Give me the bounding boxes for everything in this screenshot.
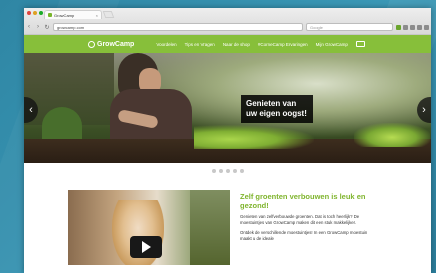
close-tab-icon[interactable]: × — [96, 13, 98, 18]
new-tab-button[interactable] — [102, 11, 115, 18]
hero-greens — [194, 125, 314, 149]
slider-dot[interactable] — [225, 169, 230, 173]
home-icon[interactable] — [417, 24, 422, 30]
reload-icon[interactable]: ↻ — [44, 24, 50, 31]
minimize-window-button[interactable] — [33, 11, 37, 15]
favicon-icon — [48, 13, 52, 17]
menu-icon[interactable] — [424, 24, 429, 30]
slider-dot[interactable] — [211, 169, 216, 173]
nav-item-voordelen[interactable]: Voordelen — [156, 42, 176, 47]
play-icon — [141, 241, 151, 253]
toolbar-icons — [396, 24, 429, 30]
logo-text: GrowCamp — [97, 40, 135, 48]
search-field[interactable]: Google — [306, 23, 393, 31]
extension-icon[interactable] — [396, 24, 401, 30]
hero-slider: ‹ › Genieten van uw eigen oogst! — [24, 53, 431, 163]
slider-pagination — [24, 169, 431, 173]
intro-paragraph: Genieten van zelfverbouwde groenten. Dat… — [240, 214, 360, 225]
tab-title: GrowCamp — [54, 12, 75, 18]
slider-dot[interactable] — [232, 169, 237, 173]
back-icon[interactable]: ‹ — [26, 24, 32, 30]
address-bar-url: growcamp.com — [57, 24, 85, 30]
hero-caption: Genieten van uw eigen oogst! — [241, 95, 313, 123]
bookmark-icon[interactable] — [403, 24, 408, 30]
intro-paragraph-2: Ontdek de verschillende moestuintjes! In… — [240, 230, 368, 241]
slider-dot[interactable] — [239, 169, 244, 173]
address-bar[interactable]: growcamp.com — [53, 23, 303, 31]
site-navigation: GrowCamp Voordelen Tips en Vragen Naar d… — [24, 35, 431, 53]
forward-icon[interactable]: › — [35, 24, 41, 30]
window-controls — [27, 11, 43, 15]
video-thumbnail[interactable] — [68, 190, 230, 265]
intro-heading: Zelf groenten verbouwen is leuk en gezon… — [240, 192, 366, 210]
growcamp-logo[interactable]: GrowCamp — [88, 40, 135, 48]
nav-item-shop[interactable]: Naar de shop — [223, 42, 250, 47]
browser-tab[interactable]: GrowCamp × — [44, 10, 102, 19]
download-icon[interactable] — [410, 24, 415, 30]
maximize-window-button[interactable] — [39, 11, 43, 15]
nav-item-mijn-growcamp[interactable]: Mijn GrowCamp — [316, 42, 348, 47]
close-window-button[interactable] — [27, 11, 31, 15]
logo-mark-icon — [88, 40, 95, 48]
video-plants — [190, 190, 230, 265]
search-placeholder: Google — [310, 24, 323, 30]
nav-item-tips-en-vragen[interactable]: Tips en Vragen — [185, 42, 215, 47]
slider-dot[interactable] — [218, 169, 223, 173]
intro-text: Zelf groenten verbouwen is leuk en gezon… — [240, 192, 380, 242]
navigation-row: ‹ › ↻ growcamp.com Google — [26, 21, 429, 33]
browser-toolbar: GrowCamp × ‹ › ↻ growcamp.com Google — [24, 8, 431, 35]
nav-item-ervaringen[interactable]: #CorneCamp Ervaringen — [258, 42, 308, 47]
play-button[interactable] — [130, 236, 162, 258]
slider-next-icon[interactable]: › — [417, 97, 431, 123]
hero-greens — [354, 123, 430, 147]
cart-icon[interactable] — [355, 41, 365, 47]
